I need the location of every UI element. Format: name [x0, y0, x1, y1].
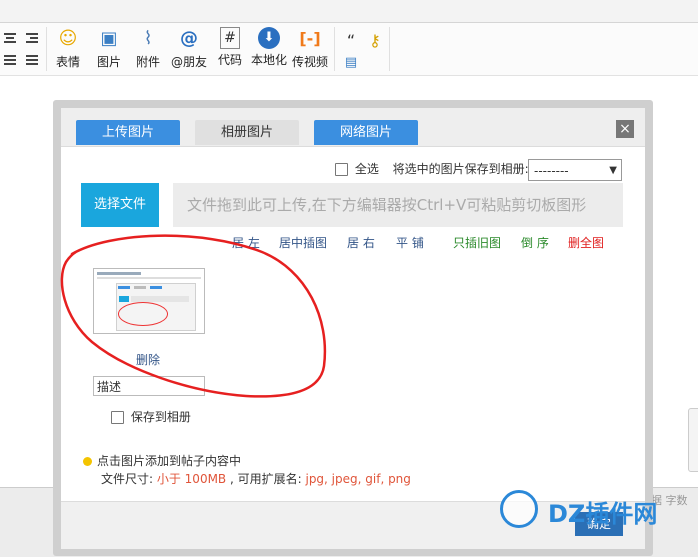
choose-file-button[interactable]: 选择文件 [81, 183, 159, 227]
center-insert-link[interactable]: 居中插图 [279, 235, 327, 251]
lightbulb-icon [83, 457, 92, 466]
thumbnail-content [97, 272, 141, 275]
download-circle-icon: ⬇ [258, 27, 280, 49]
upload-video-label: 传视频 [291, 55, 328, 69]
key-button[interactable]: ⚷ [362, 29, 384, 75]
video-bracket-icon: [-] [299, 29, 321, 48]
align-right-icon[interactable] [26, 33, 38, 43]
ordered-list-icon[interactable] [4, 55, 16, 65]
site-watermark: DZ插件网 [498, 486, 698, 534]
insert-old-only-link[interactable]: 只插旧图 [453, 235, 501, 251]
close-icon[interactable]: × [616, 120, 634, 138]
align-right-link[interactable]: 居 右 [347, 235, 375, 251]
select-all-row: 全选 将选中的图片保存到相册: [335, 160, 529, 182]
upload-video-button[interactable]: [-] 传视频 [290, 27, 330, 73]
toolbar-separator [334, 27, 335, 71]
drop-zone[interactable]: 文件拖到此可上传,在下方编辑器按Ctrl+V可粘贴剪切板图形 [173, 183, 623, 227]
delete-image-link[interactable]: 删除 [136, 351, 160, 368]
localize-label: 本地化 [250, 53, 287, 67]
reverse-order-link[interactable]: 倒 序 [521, 235, 549, 251]
document-icon: ▤ [344, 55, 358, 70]
save-to-album-row: 保存到相册 [111, 408, 191, 425]
picture-icon: ▣ [100, 28, 118, 49]
unordered-list-icon[interactable] [26, 55, 38, 65]
tile-link[interactable]: 平 铺 [396, 235, 424, 251]
attachment-button[interactable]: ⌇ 附件 [132, 27, 164, 73]
save-to-album-label: 将选中的图片保存到相册: [392, 162, 529, 176]
code-button[interactable]: # 代码 [214, 27, 246, 73]
attachment-label: 附件 [135, 55, 160, 69]
thumbnail-content [150, 286, 162, 289]
toolbar-separator [389, 27, 390, 71]
quote-icon: “ [346, 31, 356, 50]
description-input[interactable]: 描述 [93, 376, 205, 396]
smiley-face-icon: ☺ [58, 28, 78, 49]
album-select-value: -------- [534, 164, 569, 178]
key-icon: ⚷ [369, 31, 381, 50]
align-center-icon[interactable] [4, 33, 16, 43]
thumbnail-content [134, 286, 146, 289]
thumbnail-content [119, 296, 129, 302]
tip-text: 点击图片添加到帖子内容中 [97, 454, 242, 468]
extensions-value: jpg, jpeg, gif, png [305, 472, 411, 486]
dialog-tab-bar: 上传图片 相册图片 网络图片 × [61, 108, 645, 147]
toolbar-separator [46, 27, 47, 71]
select-all-label: 全选 [354, 162, 379, 176]
thumbnail-content [97, 277, 201, 279]
at-sign-icon: @ [180, 28, 198, 49]
mention-friend-button[interactable]: @ @朋友 [169, 27, 209, 73]
extensions-label: , 可用扩展名: [226, 472, 306, 486]
album-select[interactable]: -------- ▼ [528, 159, 622, 181]
editor-top-strip [0, 0, 698, 23]
delete-all-link[interactable]: 删全图 [568, 235, 604, 251]
tip-line-2: 文件尺寸: 小于 100MB , 可用扩展名: jpg, jpeg, gif, … [101, 470, 411, 487]
mention-friend-label: @朋友 [170, 55, 207, 69]
emoji-button[interactable]: ☺ 表情 [52, 27, 84, 73]
side-scroll-widget[interactable] [688, 408, 698, 472]
paperclip-icon: ⌇ [143, 28, 153, 49]
tab-album-image[interactable]: 相册图片 [195, 120, 299, 145]
image-upload-dialog: 上传图片 相册图片 网络图片 × 全选 将选中的图片保存到相册: -------… [61, 108, 645, 549]
align-buttons-group [0, 29, 44, 73]
thumbnail-content [118, 302, 168, 326]
select-all-checkbox[interactable] [335, 163, 348, 176]
image-button[interactable]: ▣ 图片 [93, 27, 125, 73]
localize-button[interactable]: ⬇ 本地化 [249, 27, 289, 73]
save-to-album-checkbox[interactable] [111, 411, 124, 424]
uploaded-image-thumbnail[interactable] [93, 268, 205, 334]
tab-web-image[interactable]: 网络图片 [314, 120, 418, 145]
watermark-logo [500, 490, 538, 528]
save-to-album-checkbox-label: 保存到相册 [130, 410, 191, 424]
align-left-link[interactable]: 居 左 [232, 235, 260, 251]
emoji-label: 表情 [55, 55, 80, 69]
image-actions-row: 居 左 居中插图 居 右 平 铺 只插旧图 倒 序 删全图 [61, 235, 645, 251]
code-hash-icon: # [220, 27, 240, 49]
editor-toolbar: ☺ 表情 ▣ 图片 ⌇ 附件 @ @朋友 # 代码 ⬇ 本地化 [-] 传视频 … [0, 23, 698, 76]
tip-line-1: 点击图片添加到帖子内容中 [83, 452, 241, 469]
code-label: 代码 [217, 53, 242, 67]
file-size-value: 小于 100MB [156, 472, 227, 486]
watermark-text: DZ插件网 [548, 500, 658, 528]
file-size-label: 文件尺寸: [101, 472, 157, 486]
image-label: 图片 [96, 55, 121, 69]
chevron-down-icon: ▼ [609, 165, 617, 176]
document-button[interactable]: ▤ [338, 51, 357, 97]
tab-upload-image[interactable]: 上传图片 [76, 120, 180, 145]
thumbnail-content [118, 286, 130, 289]
